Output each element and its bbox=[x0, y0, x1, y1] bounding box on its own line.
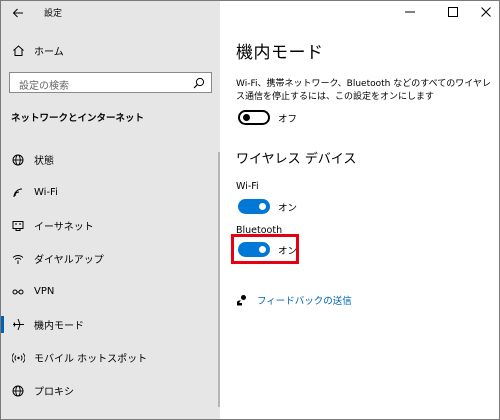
back-arrow-icon bbox=[12, 8, 23, 18]
wifi-state: オン bbox=[278, 203, 298, 214]
toggle-knob bbox=[243, 114, 250, 121]
maximize-icon bbox=[448, 7, 458, 17]
sidebar-item-wifi[interactable]: Wi-Fi bbox=[1, 176, 220, 209]
toggle-knob bbox=[259, 246, 266, 253]
back-button[interactable] bbox=[1, 1, 35, 25]
home-label: ホーム bbox=[34, 46, 64, 58]
hotspot-icon bbox=[11, 351, 25, 365]
sidebar-item-dialup[interactable]: ダイヤルアップ bbox=[1, 242, 220, 275]
sidebar-item-proxy[interactable]: プロキシ bbox=[1, 374, 220, 407]
feedback-link-label: フィードバックの送信 bbox=[257, 296, 352, 307]
description-text: Wi-Fi、携帯ネットワーク、Bluetooth などのすべてのワイヤレス通信を… bbox=[236, 79, 491, 102]
search-input[interactable]: 設定の検索 bbox=[9, 72, 212, 93]
globe-icon bbox=[11, 384, 25, 398]
settings-window: 設定 ホーム 設定の検索 ネットワークとインターネット 状態 Wi-Fi イーサ… bbox=[0, 0, 500, 420]
nav-list: 状態 Wi-Fi イーサネット ダイヤルアップ VPN 機内モード モバイル ホ… bbox=[1, 143, 220, 407]
selection-indicator bbox=[1, 316, 4, 333]
close-button[interactable] bbox=[471, 1, 499, 23]
feedback-icon bbox=[237, 295, 246, 306]
minimize-icon bbox=[405, 11, 415, 13]
sidebar-item-airplane-mode[interactable]: 機内モード bbox=[1, 308, 220, 341]
sidebar-item-label: ダイヤルアップ bbox=[34, 255, 104, 266]
globe-icon bbox=[11, 153, 25, 167]
sidebar: 設定 ホーム 設定の検索 ネットワークとインターネット 状態 Wi-Fi イーサ… bbox=[1, 1, 220, 419]
sidebar-item-home[interactable]: ホーム bbox=[1, 39, 220, 61]
sidebar-item-ethernet[interactable]: イーサネット bbox=[1, 209, 220, 242]
sidebar-item-label: プロキシ bbox=[34, 387, 74, 398]
sidebar-item-vpn[interactable]: VPN bbox=[1, 275, 220, 308]
sidebar-item-hotspot[interactable]: モバイル ホットスポット bbox=[1, 341, 220, 374]
sidebar-item-label: 機内モード bbox=[34, 321, 84, 332]
sidebar-item-label: イーサネット bbox=[34, 222, 94, 233]
sidebar-item-label: 状態 bbox=[34, 156, 54, 167]
bluetooth-state: オン bbox=[278, 246, 298, 257]
sidebar-item-label: Wi-Fi bbox=[34, 187, 58, 198]
dialup-icon bbox=[11, 252, 25, 266]
search-placeholder: 設定の検索 bbox=[19, 81, 69, 92]
airplane-mode-state: オフ bbox=[278, 114, 298, 125]
wireless-devices-heading: ワイヤレス デバイス bbox=[236, 152, 357, 167]
sidebar-item-status[interactable]: 状態 bbox=[1, 143, 220, 176]
minimize-button[interactable] bbox=[395, 1, 425, 23]
search-icon[interactable] bbox=[193, 77, 205, 89]
sidebar-item-label: モバイル ホットスポット bbox=[34, 354, 148, 365]
wifi-icon bbox=[11, 186, 25, 200]
airplane-mode-toggle[interactable] bbox=[238, 110, 270, 125]
sidebar-item-label: VPN bbox=[34, 286, 55, 297]
airplane-icon bbox=[11, 318, 25, 332]
wifi-toggle[interactable] bbox=[238, 199, 270, 214]
title-bar-left: 設定 bbox=[1, 1, 220, 25]
ethernet-icon bbox=[11, 219, 25, 233]
maximize-button[interactable] bbox=[438, 1, 468, 23]
app-title: 設定 bbox=[44, 9, 63, 19]
wifi-label: Wi-Fi bbox=[236, 181, 259, 192]
feedback-link[interactable]: フィードバックの送信 bbox=[236, 293, 352, 307]
section-heading: ネットワークとインターネット bbox=[11, 113, 145, 124]
close-icon bbox=[481, 7, 491, 17]
main-content: 機内モード Wi-Fi、携帯ネットワーク、Bluetooth などのすべてのワイ… bbox=[220, 1, 499, 419]
bluetooth-toggle[interactable] bbox=[238, 242, 270, 257]
toggle-knob bbox=[259, 203, 266, 210]
vpn-icon bbox=[11, 285, 25, 299]
home-icon bbox=[11, 43, 25, 57]
page-title: 機内モード bbox=[236, 43, 324, 63]
